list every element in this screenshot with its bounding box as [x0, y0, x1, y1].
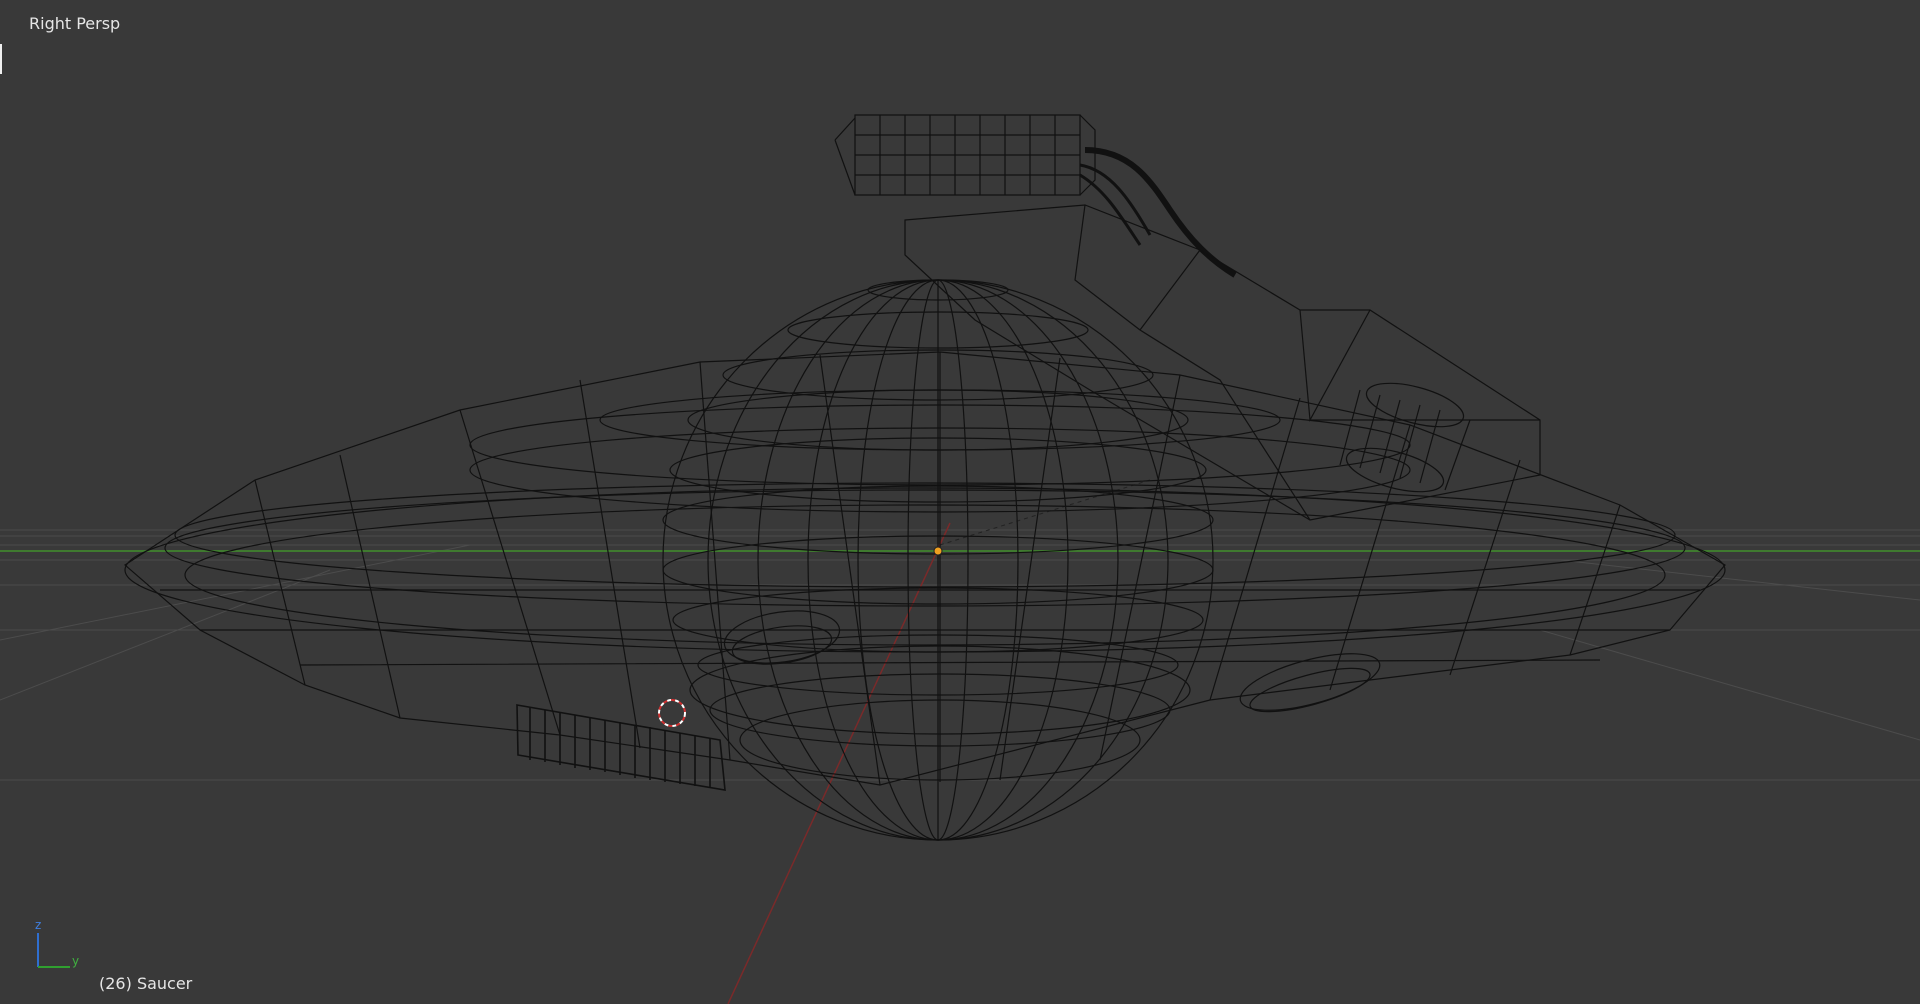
side-thruster	[1339, 382, 1471, 493]
frame-number: (26)	[99, 974, 132, 993]
hull-lower	[124, 351, 1726, 786]
front-rail	[516, 704, 726, 791]
z-axis-label: z	[35, 918, 41, 932]
vent-ring-left	[723, 610, 841, 665]
axis-gizmo: z y	[35, 918, 79, 968]
engine-pod	[834, 114, 1541, 521]
x-axis-line	[727, 522, 951, 1004]
vent-ring-right	[1239, 653, 1381, 713]
region-edge-marker	[0, 44, 2, 74]
3d-cursor[interactable]	[658, 699, 686, 727]
wireframe-scene[interactable]	[0, 0, 1920, 1004]
active-object-info: (26) Saucer	[99, 974, 192, 993]
y-axis-label: y	[72, 954, 79, 968]
object-origin	[933, 546, 943, 556]
object-name: Saucer	[136, 974, 193, 993]
saucer-mesh	[124, 114, 1726, 841]
3d-viewport[interactable]: Right Persp z y (26) Saucer	[0, 0, 1920, 1004]
view-name-label: Right Persp	[29, 14, 121, 33]
floor-grid	[0, 529, 1920, 781]
